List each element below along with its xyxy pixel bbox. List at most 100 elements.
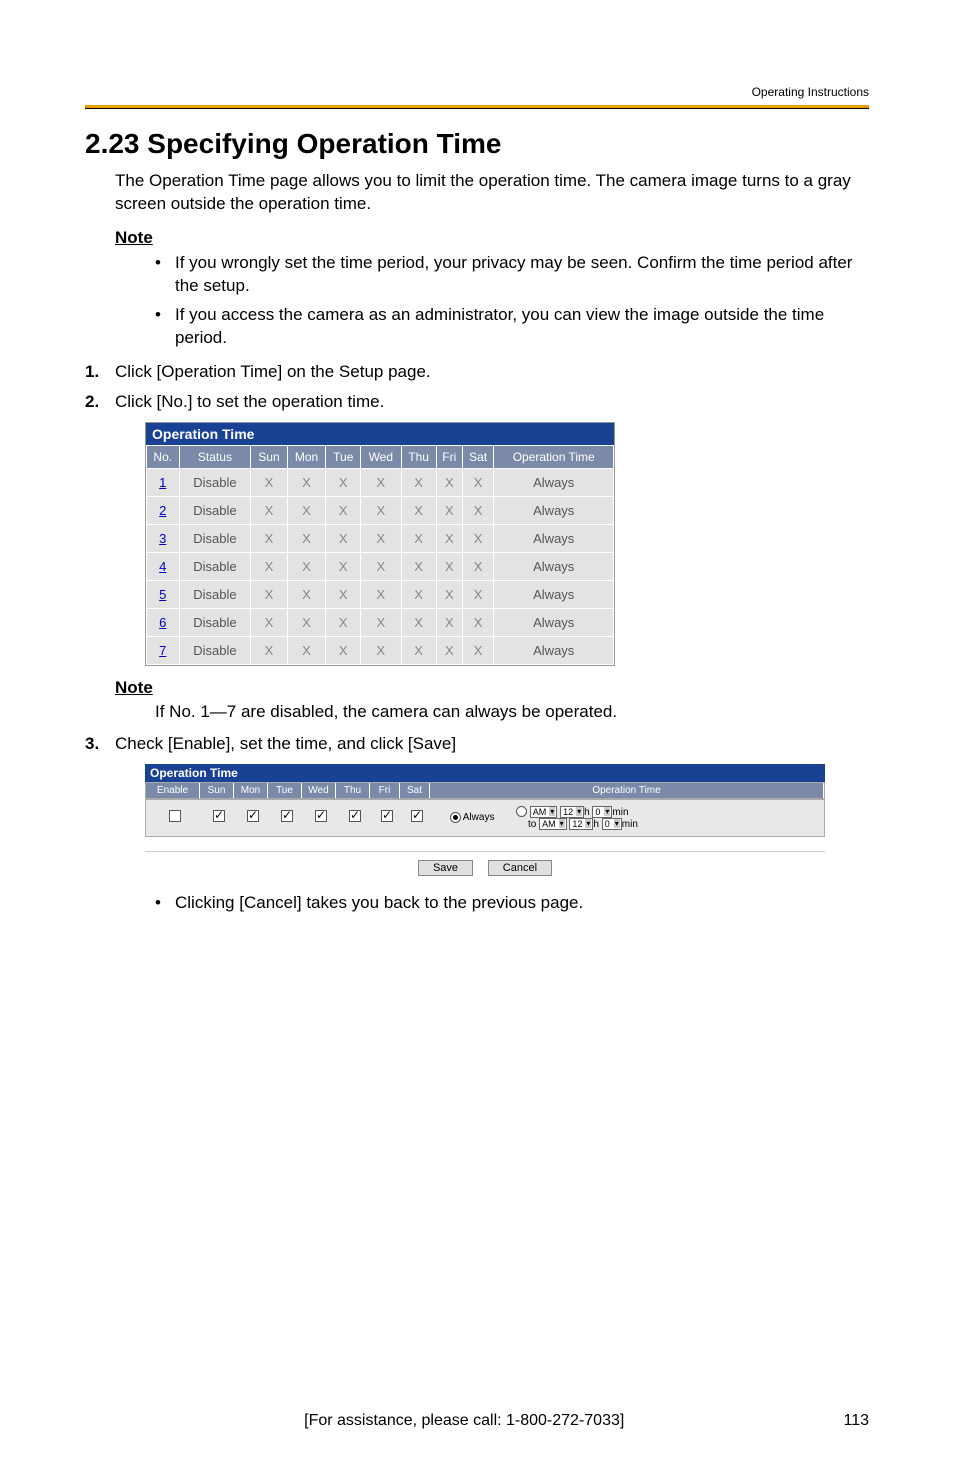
- row-status: Disable: [179, 496, 251, 524]
- fig1-col-header: No.: [147, 445, 180, 468]
- from-min-select[interactable]: 0: [592, 806, 612, 818]
- row-day-cell: X: [361, 636, 401, 664]
- row-operation-time: Always: [494, 636, 614, 664]
- note-heading-2: Note: [115, 678, 869, 698]
- row-day-cell: X: [436, 636, 462, 664]
- step-3: 3. Check [Enable], set the time, and cli…: [85, 734, 869, 754]
- fig2-col-header: Enable: [146, 783, 200, 798]
- row-day-cell: X: [462, 496, 494, 524]
- row-number-link[interactable]: 3: [147, 524, 180, 552]
- row-day-cell: X: [436, 496, 462, 524]
- row-operation-time: Always: [494, 468, 614, 496]
- row-day-cell: X: [361, 496, 401, 524]
- row-day-cell: X: [287, 580, 326, 608]
- step-num: 1.: [85, 362, 99, 382]
- step-text: Click [Operation Time] on the Setup page…: [115, 362, 431, 381]
- to-ampm-select[interactable]: AM: [539, 818, 567, 830]
- row-operation-time: Always: [494, 608, 614, 636]
- from-ampm-select[interactable]: AM: [530, 806, 558, 818]
- day-checkbox[interactable]: [213, 810, 225, 822]
- to-hour-select[interactable]: 12: [569, 818, 593, 830]
- row-operation-time: Always: [494, 524, 614, 552]
- row-day-cell: X: [287, 608, 326, 636]
- row-number-link[interactable]: 5: [147, 580, 180, 608]
- row-day-cell: X: [436, 608, 462, 636]
- row-operation-time: Always: [494, 496, 614, 524]
- h-label: h: [593, 819, 599, 830]
- note-heading-1: Note: [115, 228, 869, 248]
- row-day-cell: X: [462, 608, 494, 636]
- timerange-radio[interactable]: [516, 806, 527, 817]
- note1-item: If you access the camera as an administr…: [175, 304, 869, 350]
- row-day-cell: X: [326, 524, 361, 552]
- day-checkbox[interactable]: [381, 810, 393, 822]
- row-status: Disable: [179, 608, 251, 636]
- cancel-button[interactable]: Cancel: [488, 860, 552, 876]
- row-day-cell: X: [361, 468, 401, 496]
- fig2-col-header: Fri: [370, 783, 400, 798]
- row-day-cell: X: [436, 580, 462, 608]
- day-checkbox[interactable]: [411, 810, 423, 822]
- row-day-cell: X: [251, 608, 287, 636]
- row-day-cell: X: [251, 580, 287, 608]
- fig1-col-header: Tue: [326, 445, 361, 468]
- fig2-col-header: Operation Time: [430, 783, 824, 798]
- row-day-cell: X: [436, 552, 462, 580]
- fig1-title: Operation Time: [146, 423, 614, 445]
- row-day-cell: X: [326, 636, 361, 664]
- row-status: Disable: [179, 468, 251, 496]
- row-day-cell: X: [401, 580, 436, 608]
- row-number-link[interactable]: 6: [147, 608, 180, 636]
- min-label: min: [612, 807, 628, 818]
- row-day-cell: X: [326, 468, 361, 496]
- day-checkbox[interactable]: [349, 810, 361, 822]
- from-hour-select[interactable]: 12: [560, 806, 584, 818]
- row-number-link[interactable]: 1: [147, 468, 180, 496]
- header-label: Operating Instructions: [752, 85, 869, 99]
- day-checkbox[interactable]: [315, 810, 327, 822]
- row-number-link[interactable]: 4: [147, 552, 180, 580]
- row-day-cell: X: [401, 468, 436, 496]
- row-day-cell: X: [462, 524, 494, 552]
- row-day-cell: X: [251, 496, 287, 524]
- day-checkbox[interactable]: [247, 810, 259, 822]
- fig2-title: Operation Time: [145, 764, 825, 782]
- row-number-link[interactable]: 2: [147, 496, 180, 524]
- row-day-cell: X: [251, 552, 287, 580]
- row-day-cell: X: [287, 552, 326, 580]
- row-day-cell: X: [361, 524, 401, 552]
- day-checkbox[interactable]: [281, 810, 293, 822]
- row-day-cell: X: [287, 496, 326, 524]
- step-2: 2. Click [No.] to set the operation time…: [85, 392, 869, 412]
- row-status: Disable: [179, 552, 251, 580]
- operation-time-edit-figure: Operation Time EnableSunMonTueWedThuFriS…: [145, 764, 825, 884]
- fig1-col-header: Mon: [287, 445, 326, 468]
- to-label: to: [528, 819, 536, 830]
- row-day-cell: X: [361, 580, 401, 608]
- intro-text: The Operation Time page allows you to li…: [115, 170, 869, 216]
- fig1-col-header: Sat: [462, 445, 494, 468]
- row-day-cell: X: [287, 524, 326, 552]
- step-text: Check [Enable], set the time, and click …: [115, 734, 456, 753]
- enable-checkbox[interactable]: [169, 810, 181, 822]
- page-number: 113: [843, 1412, 869, 1430]
- row-day-cell: X: [401, 496, 436, 524]
- row-number-link[interactable]: 7: [147, 636, 180, 664]
- row-day-cell: X: [361, 552, 401, 580]
- row-day-cell: X: [251, 636, 287, 664]
- fig1-col-header: Fri: [436, 445, 462, 468]
- save-button[interactable]: Save: [418, 860, 473, 876]
- row-day-cell: X: [326, 608, 361, 636]
- row-day-cell: X: [401, 636, 436, 664]
- step-num: 2.: [85, 392, 99, 412]
- note2-text: If No. 1—7 are disabled, the camera can …: [155, 702, 869, 722]
- row-day-cell: X: [287, 636, 326, 664]
- page-title: 2.23 Specifying Operation Time: [85, 128, 869, 160]
- step-num: 3.: [85, 734, 99, 754]
- always-radio[interactable]: [450, 812, 461, 823]
- always-label: Always: [463, 812, 495, 823]
- row-day-cell: X: [436, 524, 462, 552]
- to-min-select[interactable]: 0: [602, 818, 622, 830]
- header-rule: [85, 105, 869, 109]
- row-day-cell: X: [401, 524, 436, 552]
